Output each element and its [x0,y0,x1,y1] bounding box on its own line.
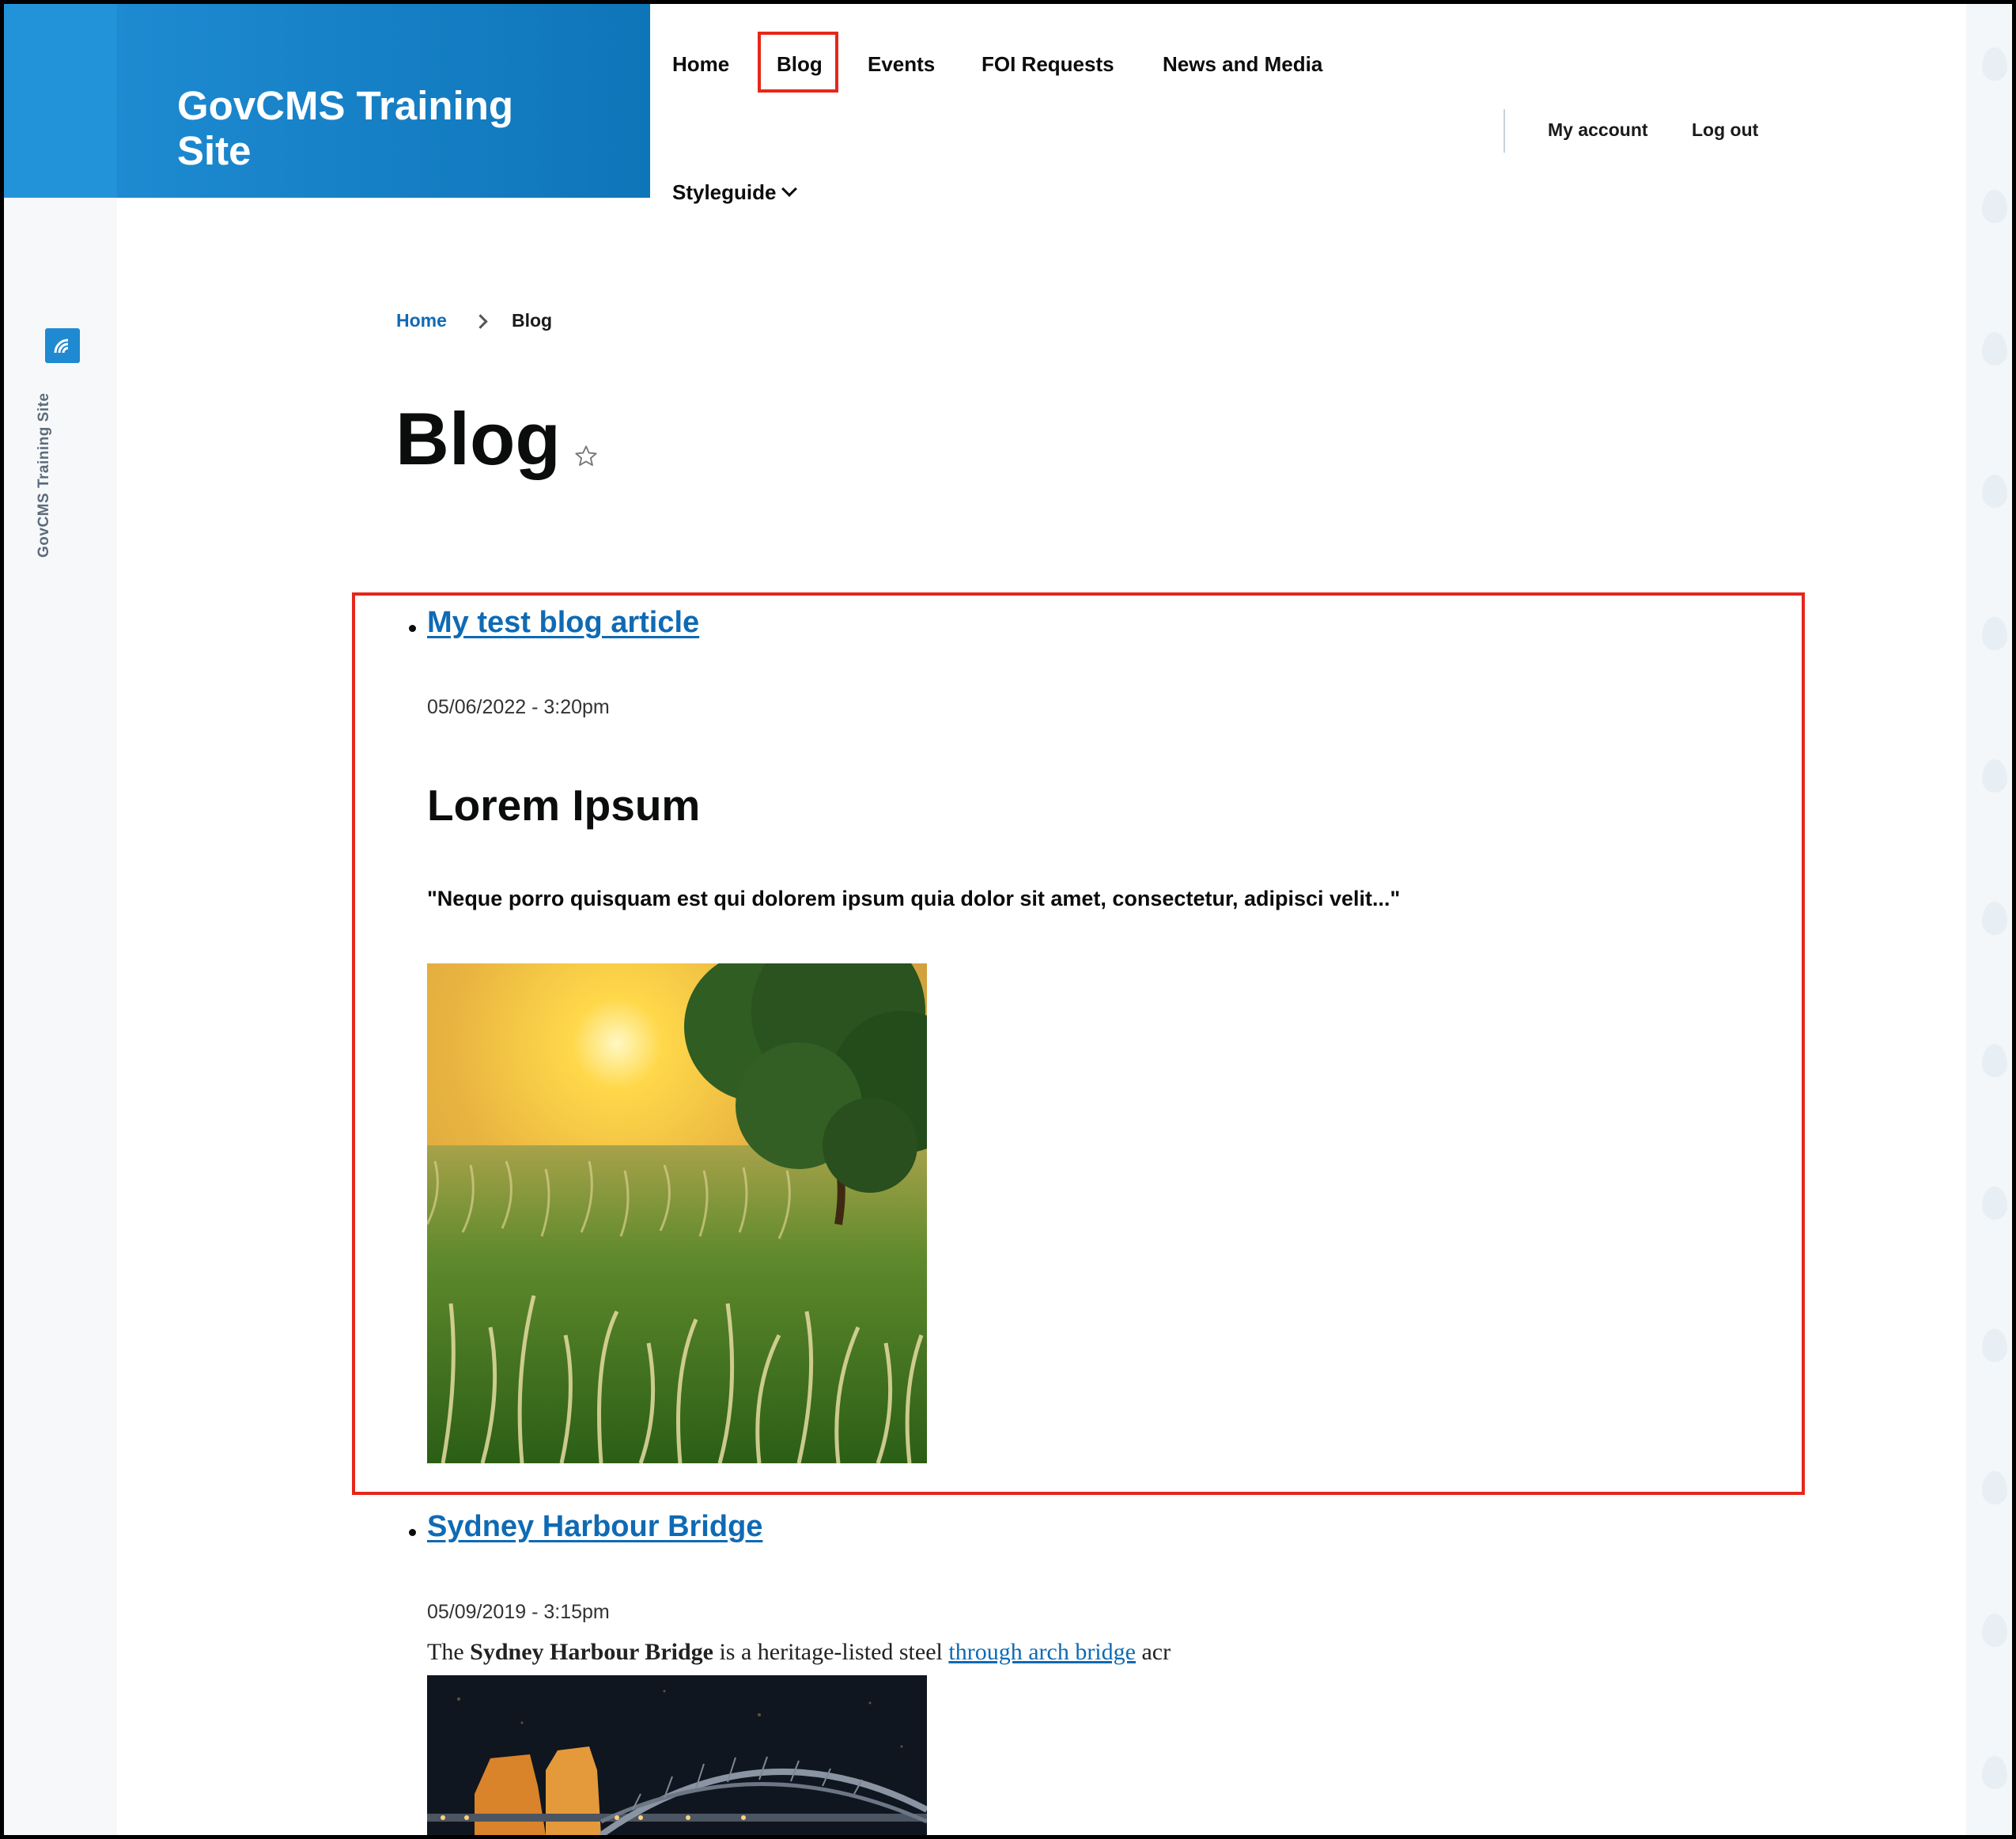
nav-item-news-and-media[interactable]: News and Media [1163,52,1322,77]
body-text-mid: is a heritage-listed steel [713,1639,949,1665]
drop-shape [1982,1044,2007,1077]
drop-shape [1982,190,2007,223]
article-image-harbour-bridge[interactable] [427,1675,927,1835]
nav-item-home[interactable]: Home [672,52,729,77]
decorative-pattern-strip [1966,4,2012,1835]
drop-shape [1982,759,2007,793]
nav-item-foi-requests[interactable]: FOI Requests [982,52,1114,77]
drop-shape [1982,332,2007,365]
drop-shape [1982,902,2007,935]
list-bullet [409,1529,416,1536]
my-account-link[interactable]: My account [1548,119,1648,141]
breadcrumb: Home Blog [396,310,552,331]
article-title-link[interactable]: Sydney Harbour Bridge [427,1510,762,1544]
log-out-link[interactable]: Log out [1692,119,1758,141]
admin-toolbar: GovCMS Training Site [4,4,117,1835]
drop-shape [1982,1186,2007,1220]
drop-shape [1982,1471,2007,1504]
toolbar-site-label[interactable]: GovCMS Training Site [36,393,53,558]
site-header-brand: GovCMS Training Site [117,4,650,198]
drop-shape [1982,617,2007,650]
drop-shape [1982,47,2007,81]
article-quote: "Neque porro quisquam est qui dolorem ip… [427,887,1401,910]
user-menu-divider [1503,109,1505,153]
page-title: Blog [395,397,561,480]
breadcrumb-home-link[interactable]: Home [396,310,447,331]
drop-shape [1982,1614,2007,1647]
body-text-prefix: The [427,1639,471,1665]
article-date: 05/09/2019 - 3:15pm [427,1601,610,1623]
list-bullet [409,625,416,632]
chevron-down-icon [781,181,798,197]
article-heading: Lorem Ipsum [427,781,701,830]
article-date: 05/06/2022 - 3:20pm [427,696,610,718]
site-name[interactable]: GovCMS Training Site [177,83,588,173]
chevron-right-icon [473,314,488,329]
star-icon[interactable] [573,444,599,469]
drop-shape [1982,1756,2007,1789]
nav-item-events[interactable]: Events [868,52,935,77]
article-body-excerpt: The Sydney Harbour Bridge is a heritage-… [427,1639,1171,1666]
through-arch-bridge-link[interactable]: through arch bridge [948,1639,1136,1665]
drop-shape [1982,475,2007,508]
toolbar-home-icon[interactable] [45,328,80,363]
body-text-bold: Sydney Harbour Bridge [470,1639,713,1665]
toolbar-brand-block [4,4,117,198]
annotation-highlight-blog-tab [758,32,838,93]
article-image-grass-field[interactable] [427,963,927,1463]
article-title-link[interactable]: My test blog article [427,606,699,640]
nav-item-styleguide[interactable]: Styleguide [672,180,798,205]
breadcrumb-current: Blog [512,310,553,331]
nav-styleguide-label: Styleguide [672,180,777,204]
body-text-suffix: acr [1135,1639,1171,1665]
drop-shape [1982,1329,2007,1362]
